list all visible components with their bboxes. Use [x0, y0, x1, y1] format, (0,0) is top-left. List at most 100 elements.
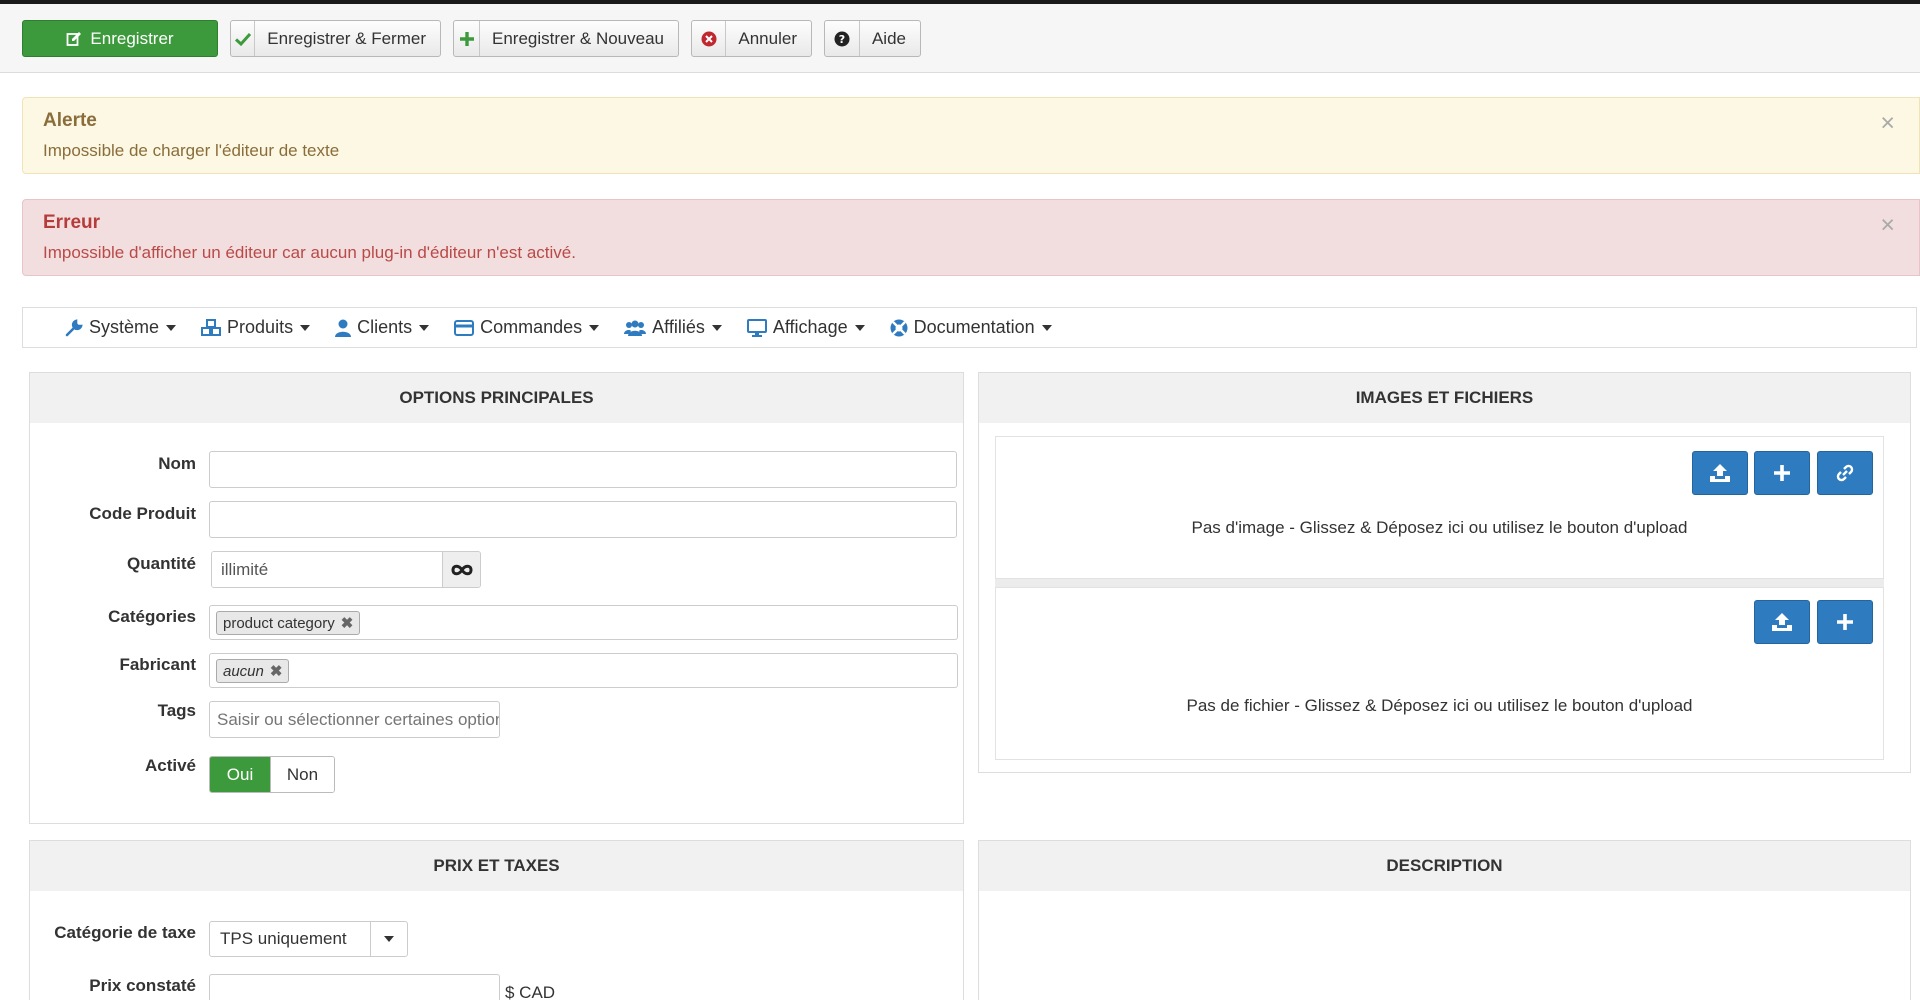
life-ring-icon	[890, 319, 908, 336]
cubes-icon	[201, 318, 222, 336]
menu-affilies-label: Affiliés	[652, 317, 705, 337]
image-dropzone[interactable]: Pas d'image - Glissez & Déposez ici ou u…	[995, 436, 1884, 579]
save-label: Enregistrer	[90, 28, 174, 48]
tax-category-select[interactable]: TPS uniquement	[209, 921, 408, 957]
credit-card-icon	[454, 319, 475, 336]
save-button[interactable]: Enregistrer	[22, 20, 218, 57]
list-price-input[interactable]	[209, 974, 500, 1000]
toolbar: Enregistrer Enregistrer & Fermer Enregis…	[0, 4, 1920, 73]
description-title: DESCRIPTION	[979, 841, 1910, 891]
error-alert: Erreur Impossible d'afficher un éditeur …	[22, 199, 1920, 276]
chevron-down-icon	[419, 324, 430, 331]
warning-title: Alerte	[43, 110, 97, 131]
error-message: Impossible d'afficher un éditeur car auc…	[43, 243, 576, 262]
menu-commandes-label: Commandes	[480, 317, 583, 337]
quantity-field	[211, 551, 481, 588]
save-new-button[interactable]: Enregistrer & Nouveau	[453, 20, 679, 57]
warning-alert: Alerte Impossible de charger l'éditeur d…	[22, 97, 1920, 174]
no-file-text: Pas de fichier - Glissez & Déposez ici o…	[1186, 696, 1693, 715]
tax-category-label: Catégorie de taxe	[54, 923, 196, 942]
help-button[interactable]: ? Aide	[824, 20, 921, 57]
svg-text:?: ?	[839, 33, 845, 46]
product-code-input[interactable]	[209, 501, 957, 538]
main-options-title: OPTIONS PRINCIPALES	[30, 373, 963, 423]
help-label: Aide	[871, 28, 906, 48]
tax-category-value: TPS uniquement	[220, 929, 347, 948]
list-price-label: Prix constaté	[89, 976, 196, 995]
caret-down-icon	[384, 936, 394, 942]
warning-close-icon[interactable]: ×	[1880, 111, 1895, 136]
quantity-input[interactable]	[212, 552, 443, 587]
categories-label: Catégories	[108, 607, 196, 626]
name-input[interactable]	[209, 451, 957, 488]
dropdown-toggle[interactable]	[370, 922, 407, 956]
error-title: Erreur	[43, 212, 101, 233]
active-label: Activé	[144, 756, 196, 775]
remove-tag-icon[interactable]: ✖	[270, 662, 283, 680]
category-tag: product category ✖	[216, 611, 361, 635]
menu-commandes[interactable]: Commandes	[454, 317, 600, 338]
quantity-label: Quantité	[127, 554, 196, 573]
edit-icon	[66, 21, 90, 56]
link-image-button[interactable]	[1817, 451, 1873, 495]
menu-produits[interactable]: Produits	[201, 317, 311, 338]
error-close-icon[interactable]: ×	[1880, 213, 1895, 238]
link-icon	[1836, 464, 1854, 482]
menu-documentation[interactable]: Documentation	[890, 317, 1052, 338]
name-label: Nom	[158, 454, 196, 473]
warning-message: Impossible de charger l'éditeur de texte	[43, 141, 340, 160]
plus-icon	[1774, 465, 1790, 481]
save-new-label: Enregistrer & Nouveau	[492, 28, 664, 48]
add-image-button[interactable]	[1754, 451, 1810, 495]
categories-select[interactable]: product category ✖	[209, 605, 958, 640]
tags-label: Tags	[157, 701, 196, 720]
manufacturer-label: Fabricant	[119, 655, 196, 674]
file-dropzone[interactable]: Pas de fichier - Glissez & Déposez ici o…	[995, 587, 1884, 760]
upload-image-button[interactable]	[1692, 451, 1748, 495]
chevron-down-icon	[854, 324, 865, 331]
main-menu-bar: Système Produits Clients Commandes Affil…	[22, 307, 1917, 348]
save-close-button[interactable]: Enregistrer & Fermer	[230, 20, 441, 57]
cancel-label: Annuler	[738, 28, 797, 48]
manufacturer-row: Fabricant aucun ✖	[30, 653, 963, 690]
categories-row: Catégories product category ✖	[30, 605, 963, 642]
images-files-title: IMAGES ET FICHIERS	[979, 373, 1910, 423]
plus-icon	[454, 21, 481, 56]
menu-affichage-label: Affichage	[772, 317, 848, 337]
question-circle-icon: ?	[825, 21, 860, 56]
menu-systeme-label: Système	[89, 317, 160, 337]
active-yes-button[interactable]: Oui	[210, 757, 270, 792]
no-image-text: Pas d'image - Glissez & Déposez ici ou u…	[1191, 518, 1688, 537]
price-taxes-title: PRIX ET TAXES	[30, 841, 963, 891]
add-file-button[interactable]	[1817, 600, 1873, 644]
infinity-icon	[451, 564, 473, 575]
desktop-icon	[746, 318, 767, 337]
menu-systeme[interactable]: Système	[65, 317, 177, 338]
infinity-button[interactable]	[442, 552, 480, 587]
tax-category-row: Catégorie de taxe TPS uniquement	[30, 921, 963, 958]
menu-clients[interactable]: Clients	[335, 317, 430, 338]
name-row: Nom	[30, 451, 963, 488]
images-files-panel: IMAGES ET FICHIERS Pas d'image - Glissez…	[978, 372, 1911, 773]
menu-documentation-label: Documentation	[913, 317, 1035, 337]
cancel-button[interactable]: Annuler	[691, 20, 812, 57]
quantity-row: Quantité	[30, 551, 963, 588]
code-row: Code Produit	[30, 501, 963, 538]
price-taxes-panel: PRIX ET TAXES Catégorie de taxe TPS uniq…	[29, 840, 964, 1000]
description-panel: DESCRIPTION	[978, 840, 1911, 1000]
manufacturer-select[interactable]: aucun ✖	[209, 653, 958, 688]
chevron-down-icon	[589, 324, 600, 331]
remove-tag-icon[interactable]: ✖	[341, 614, 354, 632]
main-options-panel: OPTIONS PRINCIPALES Nom Code Produit Qua…	[29, 372, 964, 824]
active-toggle: Oui Non	[209, 756, 335, 793]
cancel-circle-icon	[692, 21, 727, 56]
tags-input[interactable]	[209, 701, 500, 738]
upload-file-button[interactable]	[1754, 600, 1810, 644]
chevron-down-icon	[711, 324, 722, 331]
active-row: Activé Oui Non	[30, 756, 963, 793]
menu-affichage[interactable]: Affichage	[746, 317, 865, 338]
menu-affilies[interactable]: Affiliés	[624, 317, 722, 338]
user-icon	[335, 319, 352, 337]
chevron-down-icon	[1041, 324, 1052, 331]
active-no-button[interactable]: Non	[270, 757, 334, 792]
